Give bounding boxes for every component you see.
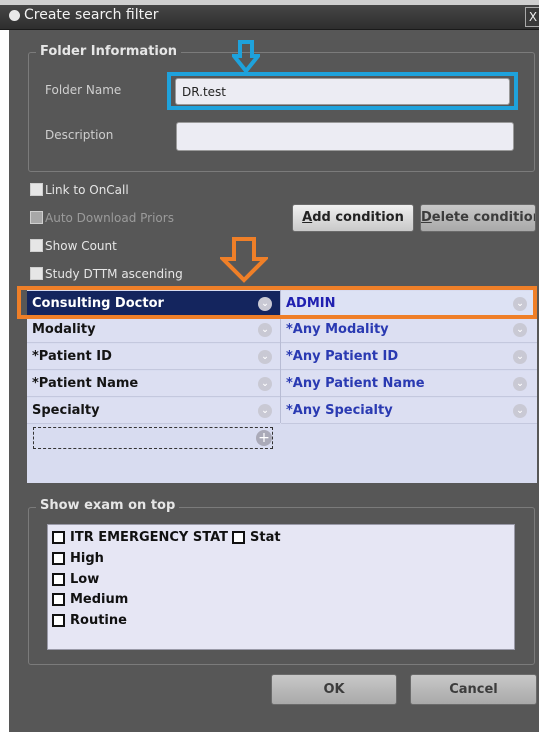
folder-information-legend: Folder Information — [36, 44, 182, 59]
folder-name-label: Folder Name — [45, 83, 122, 97]
exam-priority-list: ITR EMERGENCY STAT Stat High Low Medium … — [47, 524, 515, 650]
delete-condition-mnemonic: D — [421, 210, 432, 225]
ok-button[interactable]: OK — [271, 674, 397, 705]
condition-field-label: *Patient ID — [32, 349, 112, 364]
chevron-down-icon[interactable]: ⌄ — [513, 404, 527, 418]
checkbox-box[interactable] — [30, 239, 43, 252]
chevron-down-icon[interactable]: ⌄ — [513, 350, 527, 364]
cancel-button[interactable]: Cancel — [410, 674, 537, 705]
checkbox-label: Auto Download Priors — [45, 211, 174, 225]
chevron-down-icon[interactable]: ⌄ — [258, 404, 272, 418]
window-icon — [9, 10, 20, 21]
chevron-down-icon[interactable]: ⌄ — [258, 323, 272, 337]
checkbox-box — [30, 211, 43, 224]
chevron-down-icon[interactable]: ⌄ — [513, 323, 527, 337]
checkbox-box[interactable] — [52, 593, 65, 606]
description-field[interactable] — [176, 122, 514, 151]
condition-field-label: Modality — [32, 322, 96, 337]
condition-field-cell[interactable]: Specialty ⌄ — [27, 398, 280, 424]
down-arrow-icon — [220, 237, 268, 283]
condition-value-label: *Any Patient ID — [286, 349, 399, 364]
new-condition-slot[interactable]: + — [33, 427, 273, 449]
condition-value-cell[interactable]: *Any Specialty ⌄ — [281, 398, 537, 424]
checkbox-label: Stat — [250, 530, 281, 545]
condition-field-cell[interactable]: *Patient Name ⌄ — [27, 371, 280, 397]
checkbox-box[interactable] — [52, 614, 65, 627]
checkbox-box[interactable] — [52, 552, 65, 565]
checkbox-box[interactable] — [30, 267, 43, 280]
delete-condition-label: elete condition — [431, 210, 536, 225]
plus-icon[interactable]: + — [256, 430, 272, 446]
checkbox-box[interactable] — [52, 573, 65, 586]
show-exam-on-top-legend: Show exam on top — [36, 498, 180, 513]
close-button[interactable]: X — [525, 7, 539, 27]
window-left-edge — [0, 29, 9, 732]
create-search-filter-dialog: Create search filter X Folder Informatio… — [0, 0, 539, 732]
condition-value-cell[interactable]: *Any Patient ID ⌄ — [281, 344, 537, 370]
checkbox-label: Show Count — [45, 239, 117, 253]
folder-information-group — [28, 52, 535, 172]
checkbox-box[interactable] — [232, 531, 245, 544]
condition-field-label: Specialty — [32, 403, 100, 418]
condition-value-label: *Any Modality — [286, 322, 389, 337]
chevron-down-icon[interactable]: ⌄ — [513, 377, 527, 391]
condition-field-cell[interactable]: Modality ⌄ — [27, 317, 280, 343]
condition-field-label: *Patient Name — [32, 376, 139, 391]
condition-field-cell[interactable]: *Patient ID ⌄ — [27, 344, 280, 370]
checkbox-box[interactable] — [30, 183, 43, 196]
chevron-down-icon[interactable]: ⌄ — [258, 377, 272, 391]
down-arrow-icon — [232, 40, 260, 74]
add-condition-button[interactable]: Add condition — [292, 204, 414, 232]
delete-condition-button[interactable]: Delete condition — [420, 204, 536, 232]
window-title: Create search filter — [24, 7, 159, 23]
checkbox-label: Study DTTM ascending — [45, 267, 183, 281]
checkbox-label: ITR EMERGENCY STAT — [70, 530, 228, 545]
condition-value-label: *Any Patient Name — [286, 376, 425, 391]
condition-value-cell[interactable]: *Any Modality ⌄ — [281, 317, 537, 343]
add-condition-mnemonic: A — [302, 210, 313, 225]
add-condition-label: dd condition — [312, 210, 404, 225]
checkbox-label: High — [70, 551, 104, 566]
blue-highlight-box — [167, 72, 518, 110]
description-label: Description — [45, 128, 114, 142]
checkbox-label: Medium — [70, 592, 129, 607]
checkbox-label: Link to OnCall — [45, 183, 129, 197]
checkbox-box[interactable] — [52, 531, 65, 544]
title-bar-top-strip — [0, 0, 539, 5]
orange-highlight-box — [17, 286, 537, 319]
condition-value-cell[interactable]: *Any Patient Name ⌄ — [281, 371, 537, 397]
checkbox-label: Routine — [70, 613, 127, 628]
checkbox-label: Low — [70, 572, 100, 587]
chevron-down-icon[interactable]: ⌄ — [258, 350, 272, 364]
condition-value-label: *Any Specialty — [286, 403, 393, 418]
